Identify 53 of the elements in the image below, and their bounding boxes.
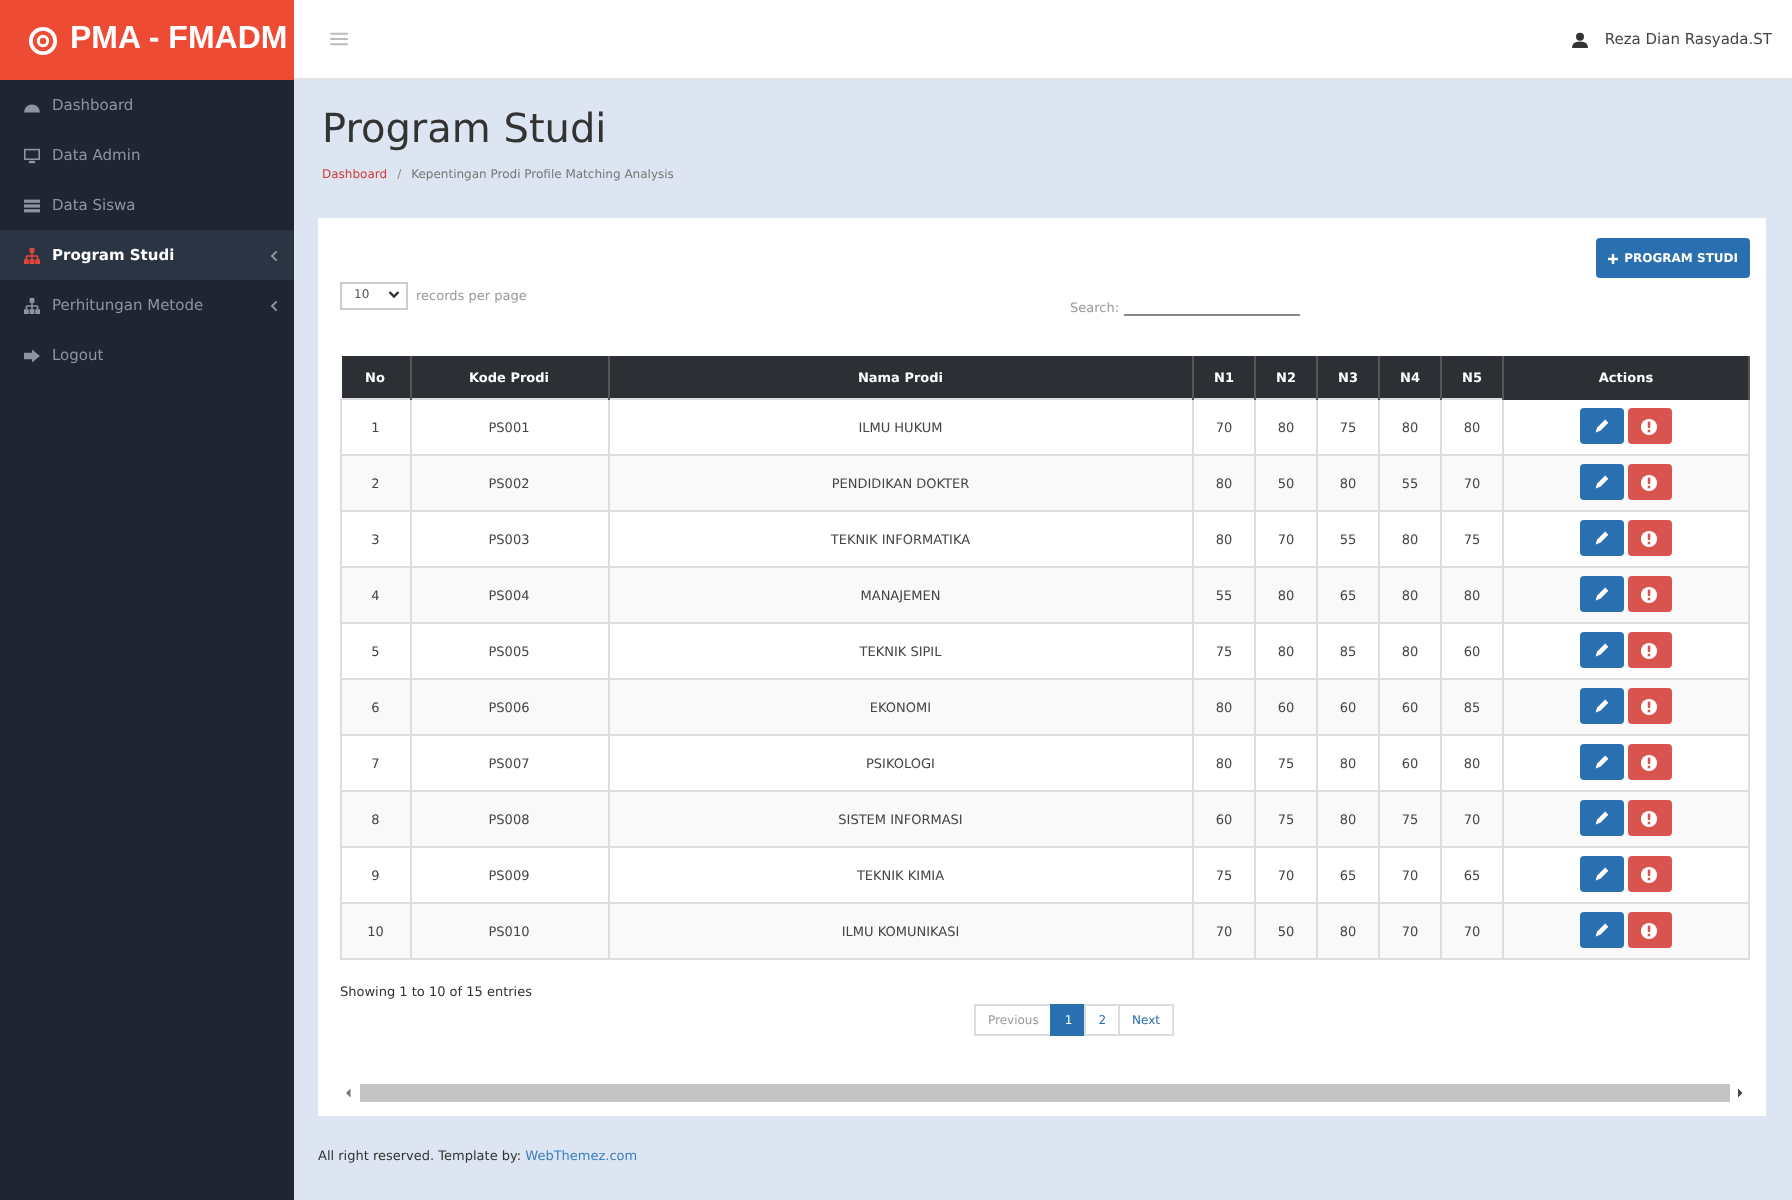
brand-title: PMA - FMADM bbox=[70, 22, 288, 58]
edit-button[interactable] bbox=[1579, 520, 1624, 556]
pencil-icon bbox=[1593, 810, 1610, 826]
alert-icon bbox=[1640, 809, 1659, 827]
alert-icon bbox=[1640, 865, 1659, 883]
page-title: Program Studi bbox=[320, 104, 609, 152]
sitemap-icon bbox=[24, 247, 40, 263]
pencil-icon bbox=[1593, 474, 1610, 490]
delete-button[interactable] bbox=[1627, 856, 1672, 892]
delete-button[interactable] bbox=[1627, 744, 1672, 780]
delete-button[interactable] bbox=[1627, 688, 1672, 724]
pencil-icon bbox=[1593, 698, 1610, 714]
pencil-icon bbox=[1593, 530, 1610, 546]
alert-icon bbox=[1640, 697, 1659, 715]
edit-button[interactable] bbox=[1579, 576, 1624, 612]
edit-button[interactable] bbox=[1579, 632, 1624, 668]
delete-button[interactable] bbox=[1627, 912, 1672, 948]
edit-button[interactable] bbox=[1579, 688, 1624, 724]
pencil-icon bbox=[1593, 866, 1610, 882]
logout-icon bbox=[24, 347, 40, 363]
pencil-icon bbox=[1593, 418, 1610, 434]
alert-icon bbox=[1640, 529, 1659, 547]
edit-button[interactable] bbox=[1579, 464, 1624, 500]
delete-button[interactable] bbox=[1627, 464, 1672, 500]
alert-icon bbox=[1640, 753, 1659, 771]
list-icon bbox=[24, 197, 40, 213]
delete-button[interactable] bbox=[1627, 800, 1672, 836]
plus-icon bbox=[1608, 253, 1619, 263]
edit-button[interactable] bbox=[1579, 744, 1624, 780]
alert-icon bbox=[1640, 641, 1659, 659]
edit-button[interactable] bbox=[1579, 800, 1624, 836]
alert-icon bbox=[1640, 921, 1659, 939]
edit-button[interactable] bbox=[1579, 856, 1624, 892]
delete-button[interactable] bbox=[1627, 576, 1672, 612]
scroll-left-icon[interactable] bbox=[346, 1088, 352, 1098]
pencil-icon bbox=[1593, 642, 1610, 658]
chevron-down-icon bbox=[388, 290, 400, 300]
user-icon bbox=[1572, 31, 1589, 47]
delete-button[interactable] bbox=[1627, 408, 1672, 444]
pencil-icon bbox=[1593, 754, 1610, 770]
alert-icon bbox=[1640, 585, 1659, 603]
monitor-icon bbox=[24, 147, 40, 163]
pencil-icon bbox=[1593, 586, 1610, 602]
alert-icon bbox=[1640, 473, 1659, 491]
edit-button[interactable] bbox=[1579, 408, 1624, 444]
delete-button[interactable] bbox=[1627, 632, 1672, 668]
delete-button[interactable] bbox=[1627, 520, 1672, 556]
sitemap-icon bbox=[24, 297, 40, 313]
alert-icon bbox=[1640, 417, 1659, 435]
logo-icon bbox=[28, 25, 58, 55]
pencil-icon bbox=[1593, 922, 1610, 938]
edit-button[interactable] bbox=[1579, 912, 1624, 948]
scroll-right-icon[interactable] bbox=[1738, 1088, 1744, 1098]
